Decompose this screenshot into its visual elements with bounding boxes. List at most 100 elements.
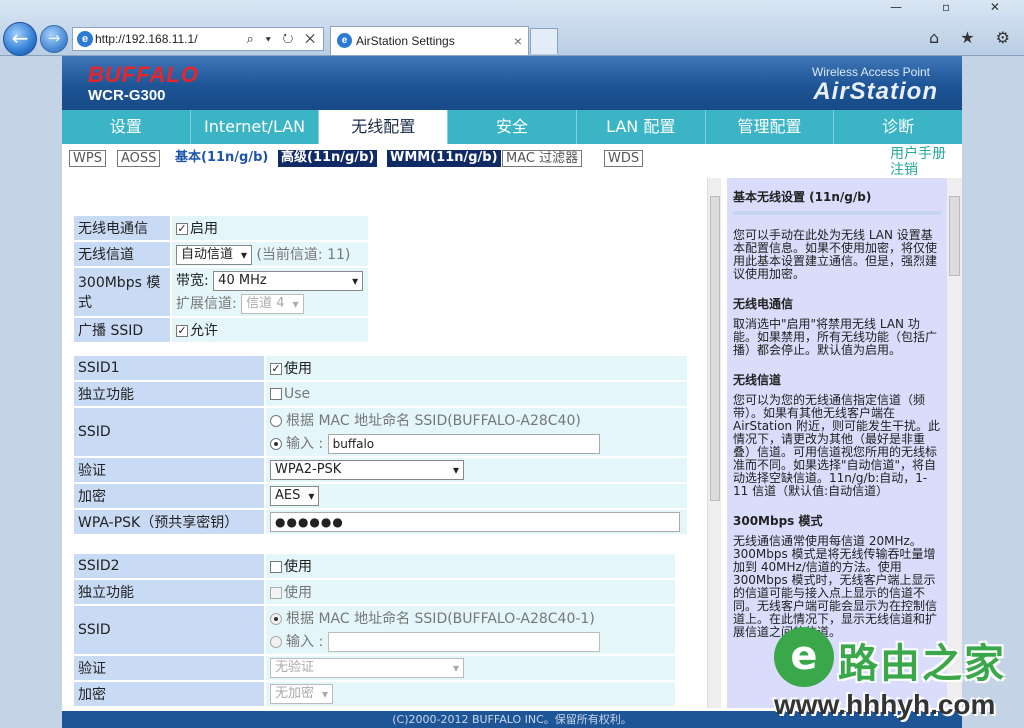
ssid1-psk-field[interactable]: ●●●●●● (270, 512, 680, 532)
subtab-mac-filter[interactable]: MAC 过滤器 (502, 150, 583, 167)
tab-internet-lan[interactable]: Internet/LAN (191, 110, 320, 144)
tab-lan-config[interactable]: LAN 配置 (577, 110, 706, 144)
ssid1-isolation-checkbox[interactable] (270, 388, 282, 400)
ssid2-isolation-cell: 使用 (266, 580, 675, 604)
ssid1-use-checkbox[interactable]: ✓ (270, 363, 282, 375)
ssid1-ssid-cell: 根据 MAC 地址命名 SSID(BUFFALO-A28C40) 输入 : bu… (266, 408, 687, 456)
wireless-enable-checkbox[interactable]: ✓ (176, 223, 188, 235)
ssid2-input-field[interactable] (327, 632, 600, 652)
site-watermark: e 路由之家 www.hhhyh.com (774, 627, 1024, 728)
help-scrollbar-thumb[interactable] (949, 196, 960, 276)
help-title: 基本无线设置 (11n/g/b) (733, 190, 872, 204)
tab-setup[interactable]: 设置 (62, 110, 191, 144)
bandwidth-select[interactable]: 40 MHz (213, 271, 364, 291)
help-divider (733, 211, 941, 215)
ie-icon: e (77, 31, 93, 47)
ssid2-use-cell: 使用 (266, 554, 675, 578)
ssid1-input-field[interactable]: buffalo (327, 434, 600, 454)
channel-cell: 自动信道 (当前信道: 11) (172, 242, 368, 266)
main-nav: 设置 Internet/LAN 无线配置 安全 LAN 配置 管理配置 诊断 (62, 110, 962, 144)
ssid1-enc-label: 加密 (74, 484, 264, 508)
help-links: 用户手册 注销 (890, 146, 946, 178)
address-text: http://192.168.11.1/ (95, 32, 198, 46)
ssid2-input-radio[interactable] (270, 636, 282, 648)
subtab-advanced[interactable]: 高级(11n/g/b) (278, 150, 378, 167)
ssid2-enc-label: 加密 (74, 682, 264, 706)
ssid1-use-label: 使用 (284, 361, 312, 377)
ssid2-by-mac-radio[interactable] (270, 613, 282, 625)
help-s2-title: 无线信道 (733, 373, 782, 387)
header: BUFFALO WCR-G300 Wireless Access Point A… (62, 56, 962, 110)
close-tab-icon[interactable]: × (514, 27, 522, 55)
broadcast-checkbox[interactable]: ✓ (176, 325, 188, 337)
channel-label: 无线信道 (74, 242, 170, 266)
address-bar-icons[interactable]: ⌕ ▾ ↻ ✕ (247, 28, 319, 50)
ssid1-input-radio[interactable] (270, 438, 282, 450)
model-name: WCR-G300 (88, 87, 166, 104)
form-scrollbar-thumb[interactable] (710, 196, 720, 501)
help-s3-title: 300Mbps 模式 (733, 514, 823, 528)
tab-diagnostics[interactable]: 诊断 (834, 110, 962, 144)
ssid1-enc-select[interactable]: AES (270, 486, 320, 506)
ssid1-psk-label: WPA-PSK（预共享密钥） (74, 510, 264, 534)
product-type: Wireless Access Point (811, 65, 930, 79)
ssid2-isolation-value: 使用 (284, 585, 312, 601)
airstation-logo: AirStation (813, 78, 938, 105)
help-intro: 您可以手动在此处为无线 LAN 设置基本配置信息。如果不使用加密，将仅使用此基本… (733, 228, 938, 281)
browser-tab[interactable]: e AirStation Settings × (330, 26, 529, 55)
ssid1-use-cell: ✓ 使用 (266, 356, 687, 380)
ssid2-auth-label: 验证 (74, 656, 264, 680)
ext-channel-label: 扩展信道: (176, 296, 237, 312)
ssid1-auth-select[interactable]: WPA2-PSK (270, 460, 464, 480)
tab-wireless[interactable]: 无线配置 (319, 110, 449, 144)
forward-button[interactable]: → (40, 25, 68, 53)
ssid1-enc-cell: AES (266, 484, 687, 508)
settings-form: 无线电通信 ✓启用 无线信道 自动信道 (当前信道: 11) 300Mbps 模… (62, 178, 707, 708)
ssid2-use-checkbox[interactable] (270, 561, 282, 573)
ssid2-table: SSID2 使用 独立功能 使用 SSID 根据 MAC 地址命名 SSID(B… (72, 552, 677, 708)
ssid2-title: SSID2 (74, 554, 264, 578)
ssid2-by-mac-label: 根据 MAC 地址命名 SSID(BUFFALO-A28C40-1) (286, 611, 595, 627)
watermark-url: www.hhhyh.com (774, 689, 996, 720)
toolbar-icons[interactable]: ⌂ ★ ⚙ (929, 28, 1018, 47)
tab-admin[interactable]: 管理配置 (706, 110, 835, 144)
back-button[interactable]: ← (3, 22, 37, 56)
user-manual-link[interactable]: 用户手册 (890, 146, 946, 162)
ie-icon: e (337, 33, 352, 48)
radio-settings-table: 无线电通信 ✓启用 无线信道 自动信道 (当前信道: 11) 300Mbps 模… (72, 214, 370, 344)
channel-select[interactable]: 自动信道 (176, 244, 253, 265)
ssid2-enc-cell: 无加密 (266, 682, 675, 706)
ssid2-auth-select[interactable]: 无验证 (270, 658, 464, 678)
ssid2-input-label: 输入 : (286, 634, 324, 650)
tab-security[interactable]: 安全 (448, 110, 577, 144)
broadcast-value: 允许 (190, 323, 218, 339)
subtab-basic[interactable]: 基本(11n/g/b) (172, 150, 271, 167)
ssid1-by-mac-radio[interactable] (270, 415, 282, 427)
window-controls[interactable]: — ▫ ✕ (890, 0, 1018, 14)
tab-title: AirStation Settings (356, 34, 455, 48)
help-s2-text: 您可以为您的无线通信指定信道（频带）。如果有其他无线客户端在 AirStatio… (733, 393, 940, 498)
watermark-logo-icon: e (774, 627, 834, 687)
mode-cell: 带宽: 40 MHz 扩展信道: 信道 4 (172, 268, 368, 316)
ssid1-table: SSID1 ✓ 使用 独立功能 Use SSID 根据 MAC 地址命名 SSI… (72, 354, 689, 536)
ssid2-auth-cell: 无验证 (266, 656, 675, 680)
new-tab-button[interactable] (530, 28, 558, 54)
ssid1-isolation-value: Use (284, 386, 311, 402)
subtab-wds[interactable]: WDS (604, 150, 644, 167)
address-bar[interactable]: e http://192.168.11.1/ ⌕ ▾ ↻ ✕ (72, 27, 324, 51)
ext-channel-select[interactable]: 信道 4 (241, 294, 304, 314)
form-scrollbar[interactable] (707, 178, 721, 708)
ssid1-ssid-label: SSID (74, 408, 264, 456)
ssid1-auth-cell: WPA2-PSK (266, 458, 687, 482)
ssid1-isolation-cell: Use (266, 382, 687, 406)
subtab-aoss[interactable]: AOSS (117, 150, 161, 167)
ssid2-isolation-checkbox[interactable] (270, 587, 282, 599)
ssid1-auth-label: 验证 (74, 458, 264, 482)
watermark-text: 路由之家 (838, 641, 1006, 687)
wireless-label: 无线电通信 (74, 216, 170, 240)
subtab-wps[interactable]: WPS (69, 150, 106, 167)
ssid2-enc-select[interactable]: 无加密 (270, 684, 334, 704)
subtab-wmm[interactable]: WMM(11n/g/b) (387, 150, 501, 167)
wireless-enable-label: 启用 (190, 221, 218, 237)
logout-link[interactable]: 注销 (890, 162, 946, 178)
